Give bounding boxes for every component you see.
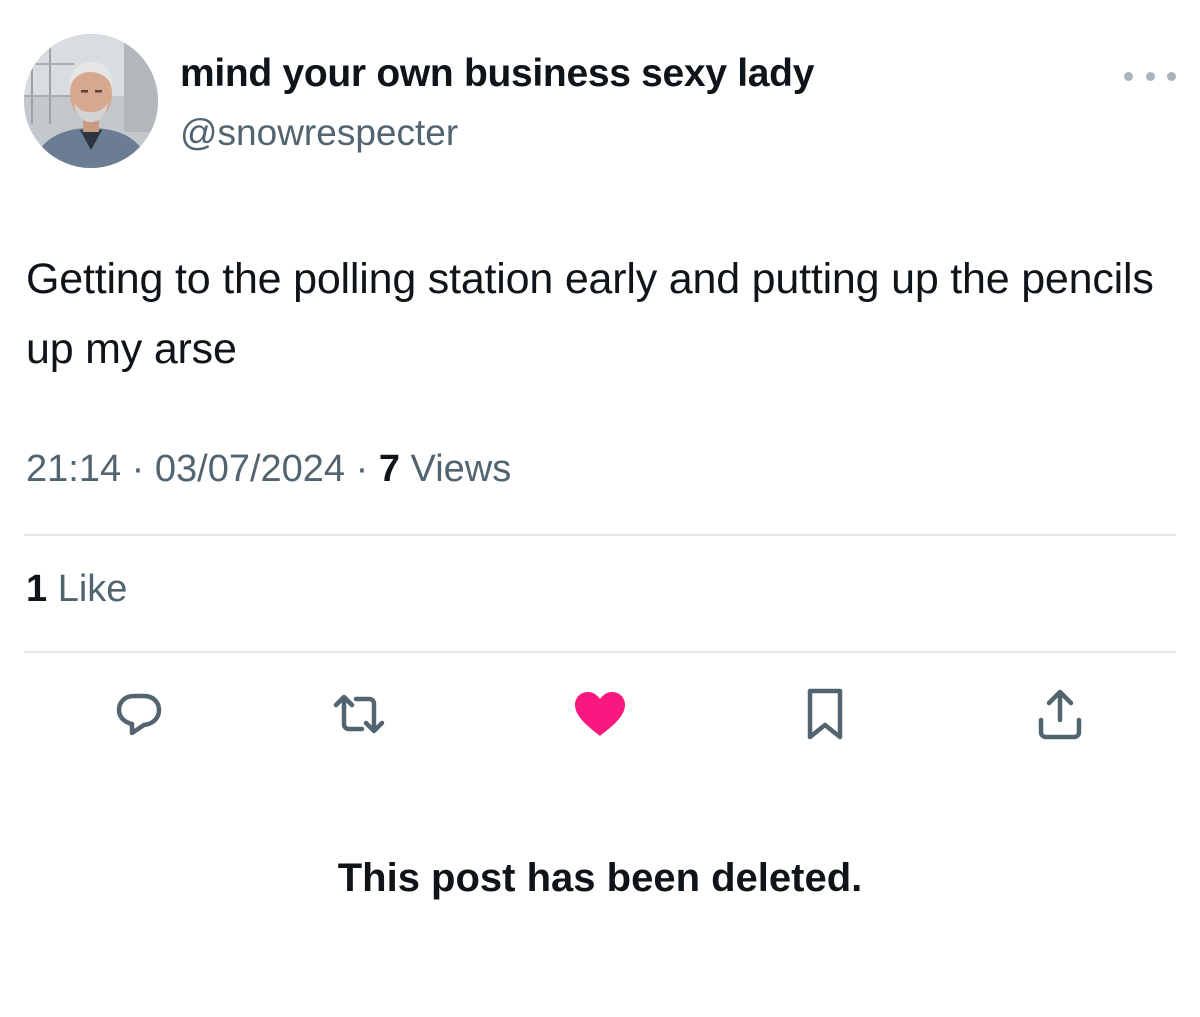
likes-summary[interactable]: 1 Like bbox=[26, 568, 127, 611]
repost-button[interactable] bbox=[330, 685, 388, 743]
reply-button[interactable] bbox=[110, 685, 168, 743]
more-horizontal-icon bbox=[1167, 71, 1176, 81]
divider bbox=[24, 651, 1176, 653]
post-time[interactable]: 21:14 bbox=[26, 448, 121, 490]
views-label: Views bbox=[410, 448, 512, 490]
share-button[interactable] bbox=[1031, 685, 1089, 743]
bookmark-button[interactable] bbox=[796, 685, 854, 743]
author-display-name[interactable]: mind your own business sexy lady bbox=[180, 52, 814, 96]
more-options-button[interactable] bbox=[1124, 64, 1176, 88]
bookmark-icon bbox=[807, 688, 843, 740]
avatar[interactable] bbox=[24, 34, 158, 168]
likes-label: Like bbox=[57, 568, 128, 610]
deleted-notice: This post has been deleted. bbox=[337, 856, 863, 900]
meta-separator: · bbox=[121, 448, 155, 490]
heart-icon bbox=[575, 692, 625, 736]
post-date[interactable]: 03/07/2024 bbox=[155, 448, 345, 490]
likes-count: 1 bbox=[26, 568, 48, 610]
post-text: Getting to the polling station early and… bbox=[26, 255, 1154, 373]
more-horizontal-icon bbox=[1145, 71, 1155, 81]
reply-icon bbox=[116, 693, 162, 736]
more-horizontal-icon bbox=[1124, 71, 1133, 81]
repost-icon bbox=[333, 694, 385, 734]
share-icon bbox=[1038, 689, 1082, 740]
views-count: 7 bbox=[378, 448, 400, 490]
post-meta: 21:14 · 03/07/2024 · 7 Views bbox=[26, 448, 511, 491]
post-header: mind your own business sexy lady @snowre… bbox=[24, 34, 1176, 170]
like-button[interactable] bbox=[571, 685, 629, 743]
meta-separator: · bbox=[345, 448, 379, 490]
avatar-image bbox=[24, 34, 158, 168]
divider bbox=[24, 534, 1176, 536]
author-handle[interactable]: @snowrespecter bbox=[180, 112, 458, 154]
